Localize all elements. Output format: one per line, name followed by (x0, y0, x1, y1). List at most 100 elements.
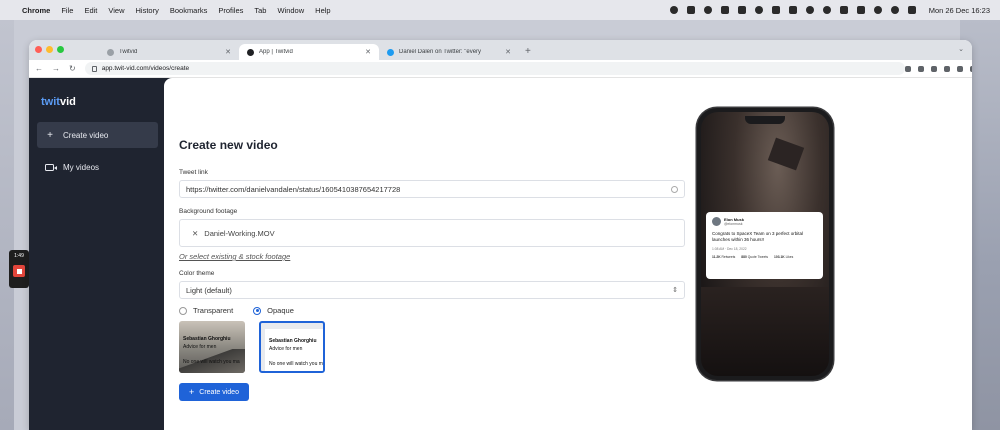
menu-bookmarks[interactable]: Bookmarks (170, 6, 208, 15)
wifi-status-icon[interactable] (873, 6, 882, 14)
share-icon[interactable] (904, 65, 911, 72)
menu-edit[interactable]: Edit (84, 6, 97, 15)
menu-help[interactable]: Help (315, 6, 330, 15)
star-icon[interactable] (917, 65, 924, 72)
tweet-text: Congrats to SpaceX Team on 3 perfect orb… (712, 231, 803, 242)
tweet-stat-retweets: 11.2K Retweets (712, 254, 736, 259)
menu-history[interactable]: History (136, 6, 159, 15)
sidebar-item-label: Create video (63, 130, 109, 140)
sidebar-item-label: My videos (63, 162, 100, 172)
tab-twitvid[interactable]: Twitvid ✕ (99, 44, 239, 60)
video-camera-icon (45, 163, 57, 171)
remove-file-icon[interactable]: ✕ (192, 229, 198, 238)
menu-file[interactable]: File (61, 6, 73, 15)
menu-chrome[interactable]: Chrome (22, 6, 50, 15)
forward-arrow-icon[interactable]: → (52, 64, 60, 73)
tweet-stat-likes: 103.1K Likes (774, 254, 794, 259)
volume-status-icon[interactable] (771, 6, 780, 14)
color-theme-select[interactable]: Light (default) ⇕ (179, 281, 685, 299)
dropbox-status-icon[interactable] (720, 6, 729, 14)
bluetooth-status-icon[interactable] (805, 6, 814, 14)
tab-title: App | Twitvid (259, 49, 293, 55)
tab-bar: Twitvid ✕ App | Twitvid ✕ Daniel Dalen o… (29, 40, 972, 60)
twitvid-favicon (107, 48, 114, 56)
color-theme-value[interactable]: Light (default) (186, 286, 672, 295)
background-file-name: Daniel-Working.MOV (204, 228, 275, 238)
extension-icon[interactable] (956, 65, 963, 72)
phone-preview: Elon Musk @elonmusk Congrats to SpaceX T… (697, 108, 833, 380)
select-chevron-icon: ⇕ (672, 287, 678, 294)
tab-close-icon[interactable]: ✕ (225, 48, 231, 56)
battery-level-icon[interactable] (856, 6, 865, 14)
sidebar-item-create-video[interactable]: + Create video (37, 122, 158, 148)
menubar-clock[interactable]: Mon 26 Dec 16:23 (929, 6, 990, 15)
tab-close-icon[interactable]: ✕ (505, 48, 511, 56)
plus-icon: + (189, 387, 195, 397)
style-thumbnails: Sebastian Ghorghiu Advice for men No one… (179, 321, 685, 373)
cloud-status-icon[interactable] (754, 6, 763, 14)
app-status-icon[interactable] (839, 6, 848, 14)
tweet-link-value[interactable]: https://twitter.com/danielvandalen/statu… (186, 185, 671, 194)
lock-icon[interactable] (91, 65, 97, 72)
tweet-link-input[interactable]: https://twitter.com/danielvandalen/statu… (179, 180, 685, 198)
menu-tab[interactable]: Tab (254, 6, 266, 15)
radio-label: Opaque (267, 306, 294, 315)
extension-icon[interactable] (930, 65, 937, 72)
create-video-button[interactable]: + Create video (179, 383, 249, 401)
maximize-window-button[interactable] (57, 46, 64, 53)
screen-recorder-widget: 1:49 (9, 250, 29, 288)
info-icon[interactable] (671, 185, 678, 193)
tweet-link-label: Tweet link (179, 169, 208, 176)
address-url[interactable]: app.twit-vid.com/videos/create (102, 65, 898, 72)
select-existing-footage-link[interactable]: Or select existing & stock footage (179, 252, 685, 261)
mic-status-icon[interactable] (737, 6, 746, 14)
twitvid-logo[interactable]: twitvid (29, 96, 164, 108)
thumb-subtitle: Advice for men (269, 346, 303, 352)
reload-icon[interactable]: ↻ (69, 64, 76, 73)
close-window-button[interactable] (35, 46, 42, 53)
new-tab-button[interactable]: + (525, 46, 531, 57)
radio-transparent[interactable]: Transparent (179, 306, 233, 315)
stop-recording-button[interactable] (13, 265, 25, 277)
radio-opaque[interactable]: Opaque (253, 306, 294, 315)
tab-app-twitvid[interactable]: App | Twitvid ✕ (239, 44, 379, 60)
battery-status-icon[interactable] (788, 6, 797, 14)
main-content: Create new video Tweet link https://twit… (164, 78, 972, 430)
radio-circle-checked[interactable] (253, 306, 262, 315)
page-title: Create new video (179, 138, 278, 152)
tab-twitter[interactable]: Daniel Dalen on Twitter: "every ✕ (379, 44, 519, 60)
opaque-style-thumbnail[interactable]: Sebastian Ghorghiu Advice for men No one… (259, 321, 325, 373)
menu-window[interactable]: Window (277, 6, 304, 15)
tweet-card-preview: Elon Musk @elonmusk Congrats to SpaceX T… (706, 212, 823, 279)
window-controls (35, 46, 64, 53)
extension-icon[interactable] (943, 65, 950, 72)
browser-window: Twitvid ✕ App | Twitvid ✕ Daniel Dalen o… (29, 40, 972, 430)
desktop-wallpaper-left (0, 20, 14, 430)
app-sidebar: twitvid + Create video My videos (29, 78, 164, 430)
thumb-subtitle: Advice for men (183, 344, 217, 350)
tweet-stat-quotes: 880 Quote Tweets (741, 254, 769, 259)
back-arrow-icon[interactable]: ← (35, 64, 43, 73)
camera-status-icon[interactable] (703, 6, 712, 14)
twitvid-app: twitvid + Create video My videos Create … (29, 78, 972, 430)
location-status-icon[interactable] (822, 6, 831, 14)
tab-search-chevron-icon[interactable]: ⌄ (958, 45, 964, 53)
search-status-icon[interactable] (890, 6, 899, 14)
address-bar[interactable]: app.twit-vid.com/videos/create (84, 62, 905, 75)
menu-profiles[interactable]: Profiles (218, 6, 243, 15)
bolt-status-icon[interactable] (686, 6, 695, 14)
radio-circle[interactable] (179, 306, 187, 315)
mac-menubar: Chrome File Edit View History Bookmarks … (0, 0, 1000, 20)
tweet-author-handle: @elonmusk (724, 222, 743, 226)
extension-icon[interactable] (969, 65, 972, 72)
control-center-icon[interactable] (907, 6, 916, 14)
minimize-window-button[interactable] (46, 46, 53, 53)
record-status-icon[interactable] (669, 6, 678, 14)
transparent-style-thumbnail[interactable]: Sebastian Ghorghiu Advice for men No one… (179, 321, 245, 373)
background-footage-dropzone[interactable]: ✕ Daniel-Working.MOV (179, 219, 685, 247)
menu-view[interactable]: View (108, 6, 124, 15)
sidebar-item-my-videos[interactable]: My videos (37, 154, 158, 180)
thumb-name: Sebastian Ghorghiu (183, 336, 231, 342)
tab-close-icon[interactable]: ✕ (365, 48, 371, 56)
create-video-button-label: Create video (199, 388, 239, 396)
